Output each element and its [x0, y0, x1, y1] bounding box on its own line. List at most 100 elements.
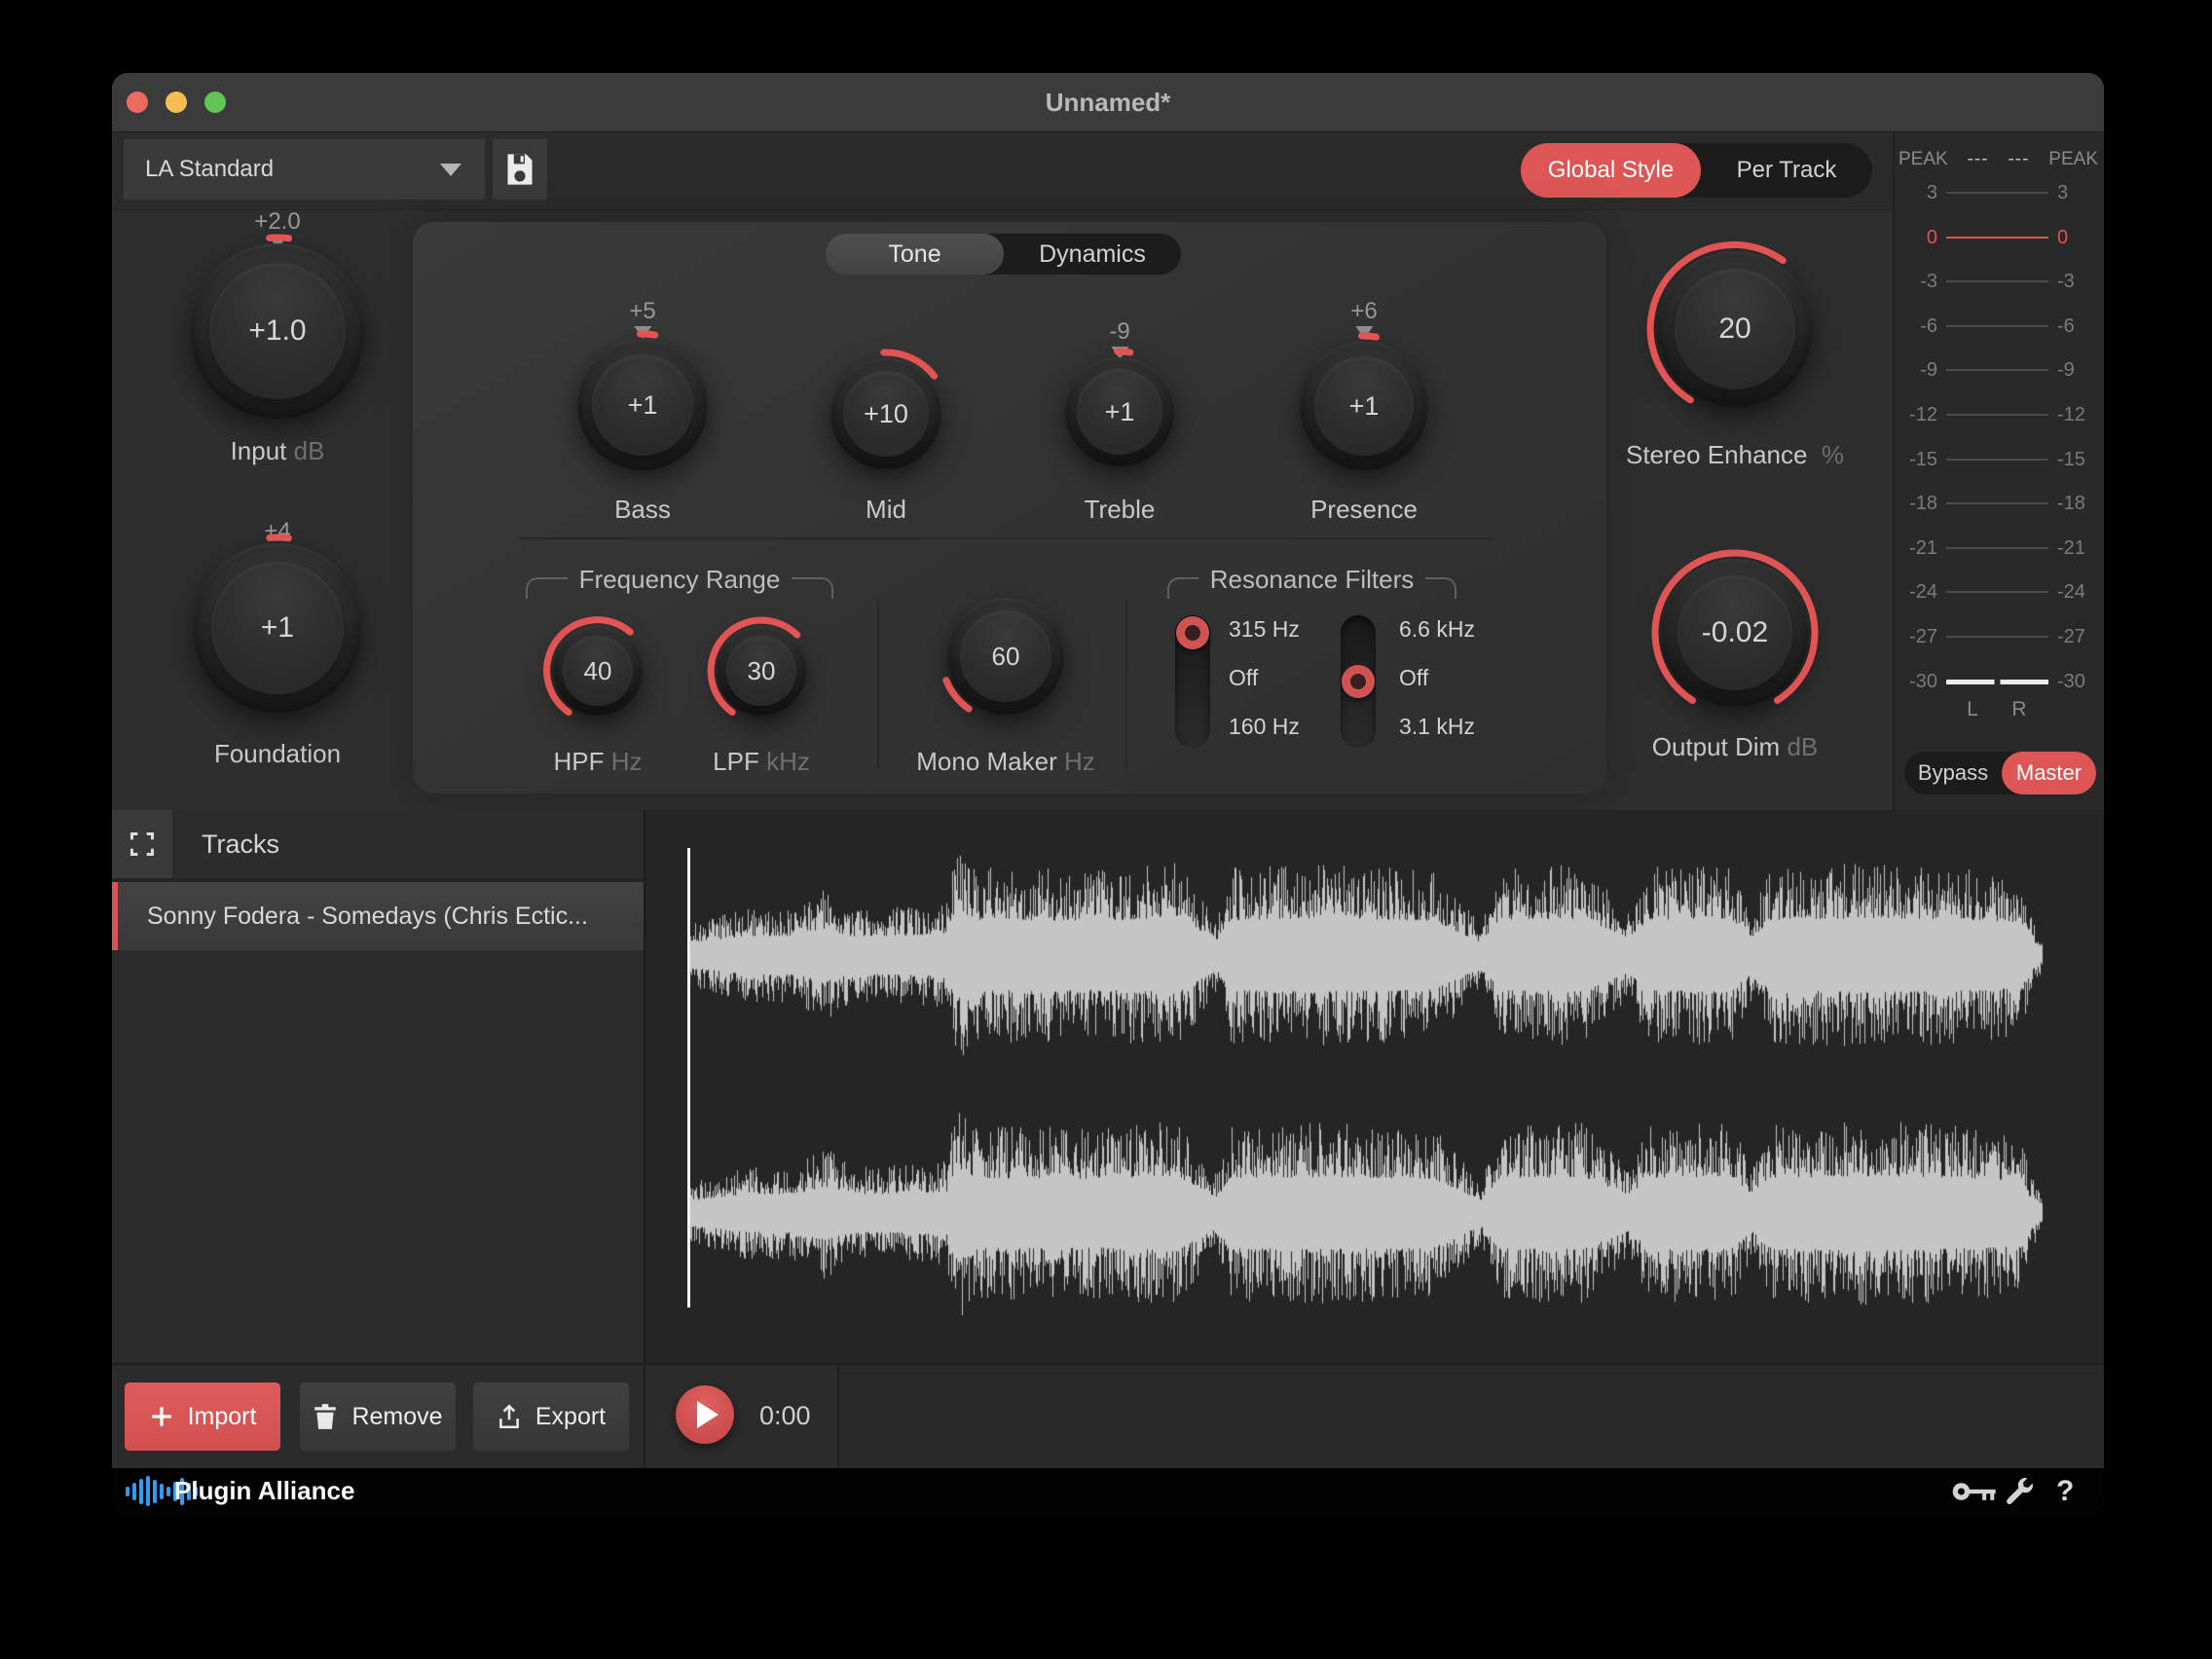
meter-row: -12-12	[1899, 404, 2098, 425]
panel-divider	[877, 599, 879, 769]
lpf-value: 30	[748, 656, 776, 686]
help-icon: ?	[2056, 1475, 2074, 1508]
mono-maker-value: 60	[992, 642, 1020, 672]
meter-row: -9-9	[1899, 359, 2098, 381]
input-value: +1.0	[248, 314, 306, 348]
hpf-label: HPF Hz	[553, 747, 642, 777]
plus-icon	[149, 1404, 174, 1429]
stereo-enhance-knob[interactable]: 20	[1657, 251, 1813, 407]
frequency-range-title: Frequency Range	[568, 565, 793, 595]
meter-row-level: -30-30	[1899, 671, 2098, 692]
tracks-panel: Sonny Fodera - Somedays (Chris Ectic...	[112, 882, 645, 1363]
playhead[interactable]	[687, 848, 690, 1308]
resonance-high-option[interactable]: 3.1 kHz	[1399, 714, 1475, 740]
resonance-slider-low[interactable]	[1175, 615, 1210, 748]
output-dim-knob[interactable]: -0.02	[1661, 559, 1809, 707]
mid-knob[interactable]: +10	[830, 358, 941, 469]
toolbar: LA Standard Global Style Per Track	[112, 132, 2104, 210]
input-label: Input dB	[231, 436, 325, 466]
playback-time: 0:00	[759, 1363, 811, 1468]
meter-row: -18-18	[1899, 493, 2098, 514]
foundation-value: +1	[261, 611, 294, 645]
foundation-label: Foundation	[214, 739, 341, 769]
mode-global-style[interactable]: Global Style	[1521, 143, 1701, 198]
preset-label: LA Standard	[145, 156, 274, 183]
panel-divider	[518, 537, 1493, 539]
tab-tone[interactable]: Tone	[826, 234, 1004, 275]
meter-row: -15-15	[1899, 449, 2098, 470]
preset-selector[interactable]: LA Standard	[124, 139, 485, 200]
save-icon	[505, 153, 535, 186]
waveform-area[interactable]	[645, 810, 2104, 1363]
license-key-button[interactable]	[1952, 1468, 1997, 1514]
meter-row: -21-21	[1899, 537, 2098, 559]
save-preset-button[interactable]	[493, 139, 547, 200]
tone-dynamics-tabs: Tone Dynamics	[826, 234, 1181, 275]
tracks-title: Tracks	[202, 810, 279, 878]
treble-label: Treble	[1085, 495, 1156, 525]
panel-divider	[1125, 599, 1127, 769]
meter-channel-right: R	[2008, 698, 2031, 721]
resonance-high-option[interactable]: Off	[1399, 665, 1428, 691]
resonance-filters-group: Resonance Filters	[1167, 565, 1456, 599]
meter-row: -6-6	[1899, 315, 2098, 337]
track-list-item[interactable]: Sonny Fodera - Somedays (Chris Ectic...	[112, 882, 644, 950]
tab-dynamics[interactable]: Dynamics	[1004, 234, 1181, 275]
meter-level-bars	[1946, 680, 2048, 684]
meter-row: -24-24	[1899, 581, 2098, 603]
mode-toggle: Global Style Per Track	[1521, 143, 1872, 198]
resonance-low-option[interactable]: 315 Hz	[1229, 616, 1300, 643]
output-dim-label: Output Dim dB	[1652, 732, 1819, 762]
import-button[interactable]: Import	[125, 1382, 280, 1451]
bypass-master-toggle: Bypass Master	[1904, 752, 2096, 794]
plugin-window: Unnamed* LA Standard Global Style Per Tr…	[112, 73, 2104, 1514]
wrench-icon	[2003, 1475, 2036, 1508]
frequency-range-group: Frequency Range	[526, 565, 833, 599]
foundation-knob[interactable]: +1	[193, 543, 362, 713]
plugin-alliance-bar: Plugin Alliance ?	[112, 1468, 2104, 1514]
help-button[interactable]: ?	[2056, 1468, 2074, 1514]
resonance-slider-high[interactable]	[1341, 615, 1376, 748]
resonance-low-option[interactable]: Off	[1229, 665, 1258, 691]
mode-per-track[interactable]: Per Track	[1701, 143, 1872, 198]
bypass-button[interactable]: Bypass	[1904, 752, 2002, 794]
treble-knob[interactable]: +1	[1065, 357, 1174, 466]
peak-value-left: ---	[1968, 149, 1989, 170]
meter-row-zero: 00	[1899, 227, 2098, 248]
bass-label: Bass	[614, 495, 671, 525]
output-dim-value: -0.02	[1702, 616, 1768, 649]
lpf-knob[interactable]: 30	[717, 626, 806, 716]
treble-value: +1	[1105, 397, 1135, 427]
resonance-low-option[interactable]: 160 Hz	[1229, 714, 1300, 740]
meter-channel-left: L	[1961, 698, 1984, 721]
bass-knob[interactable]: +1	[577, 340, 708, 470]
play-icon	[697, 1401, 719, 1428]
presence-knob[interactable]: +1	[1300, 342, 1428, 470]
remove-button[interactable]: Remove	[300, 1382, 456, 1451]
bass-value: +1	[628, 390, 658, 421]
peak-meter-header: PEAK --- --- PEAK	[1899, 149, 2098, 170]
mono-maker-knob[interactable]: 60	[947, 598, 1064, 715]
resonance-high-option[interactable]: 6.6 kHz	[1399, 616, 1475, 643]
waveform-canvas	[646, 811, 2103, 1362]
export-button[interactable]: Export	[473, 1382, 629, 1451]
tracks-header: Tracks	[112, 810, 645, 882]
meter-row: 33	[1899, 182, 2098, 203]
key-icon	[1952, 1481, 1997, 1502]
plugin-alliance-label: Plugin Alliance	[174, 1468, 354, 1514]
mid-label: Mid	[866, 495, 906, 525]
input-knob[interactable]: +1.0	[190, 243, 365, 419]
play-button[interactable]	[676, 1385, 734, 1444]
hpf-knob[interactable]: 40	[553, 626, 643, 716]
expand-tracks-button[interactable]	[112, 810, 172, 878]
resonance-slider-high-handle[interactable]	[1342, 665, 1375, 698]
lpf-label: LPF kHz	[713, 747, 810, 777]
upload-icon	[497, 1403, 522, 1430]
meter-row: -3-3	[1899, 271, 2098, 292]
presence-value: +1	[1349, 391, 1380, 422]
track-name: Sonny Fodera - Somedays (Chris Ectic...	[147, 903, 588, 931]
settings-button[interactable]	[2003, 1468, 2036, 1514]
window-title: Unnamed*	[112, 73, 2104, 131]
resonance-slider-low-handle[interactable]	[1176, 616, 1209, 649]
master-button[interactable]: Master	[2002, 752, 2096, 794]
